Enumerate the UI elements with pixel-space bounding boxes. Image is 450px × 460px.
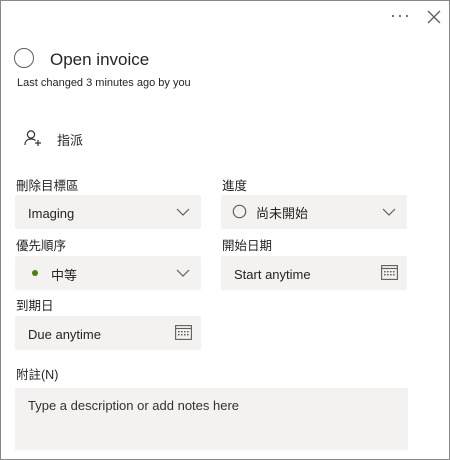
start-date-value: Start anytime [234,267,311,282]
priority-value: 中等 [51,268,78,283]
due-date-picker[interactable]: Due anytime [15,316,201,350]
due-date-label: 到期日 [16,299,54,313]
close-icon [427,10,441,24]
close-button[interactable] [424,7,444,27]
more-horizontal-icon: ··· [390,5,411,25]
bucket-dropdown[interactable]: Imaging [15,195,201,229]
start-date-label: 開始日期 [222,239,273,253]
last-changed-text: Last changed 3 minutes ago by you [17,77,191,89]
task-title[interactable]: Open invoice [50,50,149,70]
bucket-value: Imaging [28,206,75,221]
chevron-down-icon [382,208,396,216]
bucket-label: 刪除目標區 [16,179,79,193]
task-details-panel: ··· Open invoice Last changed 3 minutes … [0,0,450,460]
assign-label: 指派 [57,133,84,148]
more-options-button[interactable]: ··· [390,5,412,27]
calendar-icon [381,265,398,280]
priority-dot-icon [32,270,38,276]
notes-placeholder: Type a description or add notes here [28,398,240,413]
priority-label: 優先順序 [16,239,67,253]
not-started-circle-icon [232,204,247,219]
priority-dropdown[interactable]: 中等 [15,256,201,290]
calendar-icon [175,325,192,340]
chevron-down-icon [176,269,190,277]
complete-task-checkbox[interactable] [14,48,34,68]
notes-textarea[interactable]: Type a description or add notes here [15,388,408,450]
chevron-down-icon [176,208,190,216]
add-person-icon [24,130,41,146]
notes-label: 附註(N) [16,368,59,382]
due-date-value: Due anytime [28,327,101,342]
assign-button[interactable]: 指派 [21,126,111,150]
progress-dropdown[interactable]: 尚未開始 [221,195,407,229]
progress-value: 尚未開始 [256,206,309,221]
start-date-picker[interactable]: Start anytime [221,256,407,290]
progress-label: 進度 [222,179,248,193]
